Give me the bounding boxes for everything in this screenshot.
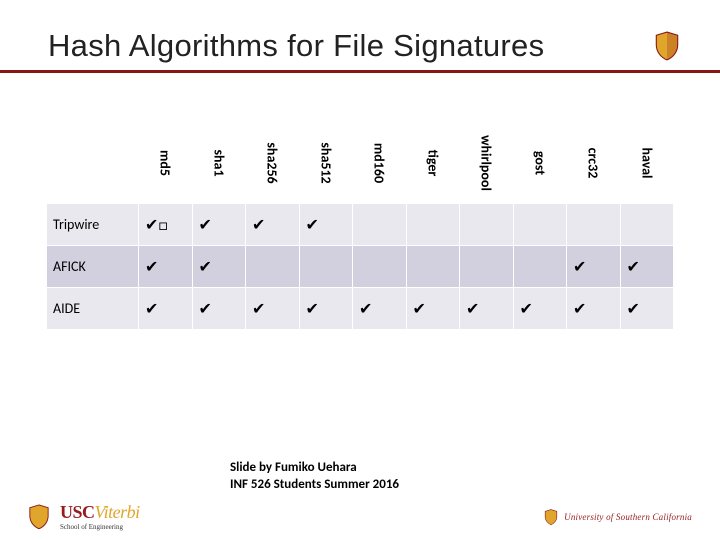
mark-cell [567, 204, 621, 246]
col-label: md160 [371, 142, 388, 182]
col-label: haval [638, 147, 655, 178]
viterbi-text: USCViterbi School of Engineering [60, 503, 140, 531]
mark-cell: ✔ [620, 288, 674, 330]
usc-shield-icon [654, 31, 680, 61]
mark-cell [406, 204, 460, 246]
mark-cell: ✔ [139, 246, 193, 288]
usc-text: USC [60, 502, 95, 522]
mark-cell: ✔ [299, 288, 353, 330]
col-label: tiger [424, 149, 441, 176]
mark-cell [513, 246, 567, 288]
mark-cell: ✔ [567, 246, 621, 288]
mark-cell: ✔ [246, 204, 300, 246]
usc-right-logo: University of Southern California [544, 509, 692, 525]
credit-block: Slide by Fumiko Uehara INF 526 Students … [230, 459, 399, 494]
title-bar: Hash Algorithms for File Signatures [0, 0, 720, 73]
mark-cell [353, 246, 407, 288]
table-header-row: md5 sha1 sha256 sha512 md160 tiger whirl… [47, 122, 674, 204]
header-col: sha256 [246, 122, 300, 204]
header-col: sha1 [192, 122, 246, 204]
col-label: sha512 [317, 142, 334, 183]
mark-cell: ✔ [567, 288, 621, 330]
slide: Hash Algorithms for File Signatures md5 … [0, 0, 720, 540]
header-col: sha512 [299, 122, 353, 204]
mark-cell: ✔ [192, 288, 246, 330]
header-col: md5 [139, 122, 193, 204]
credit-line: INF 526 Students Summer 2016 [230, 476, 399, 494]
header-blank [47, 122, 139, 204]
mark-cell [406, 246, 460, 288]
mark-cell: ✔ [139, 288, 193, 330]
mark-cell [353, 204, 407, 246]
mark-cell: ✔ [299, 204, 353, 246]
col-label: crc32 [585, 147, 602, 178]
table-row: AIDE ✔ ✔ ✔ ✔ ✔ ✔ ✔ ✔ ✔ ✔ [47, 288, 674, 330]
footer: USCViterbi School of Engineering Univers… [0, 494, 720, 540]
header-col: whirlpool [460, 122, 514, 204]
mark-cell: ✔ [192, 204, 246, 246]
col-label: md5 [157, 150, 174, 176]
mark-cell: ✔□ [139, 204, 193, 246]
school-label: School of Engineering [60, 524, 140, 531]
mark-cell: ✔ [513, 288, 567, 330]
tool-cell: Tripwire [47, 204, 139, 246]
mark-cell: ✔ [620, 246, 674, 288]
col-label: gost [531, 150, 548, 174]
viterbi-logo: USCViterbi School of Engineering [28, 503, 140, 531]
mark-cell [460, 204, 514, 246]
mark-cell [460, 246, 514, 288]
mark-cell: ✔ [460, 288, 514, 330]
usc-full-name: University of Southern California [564, 512, 692, 522]
mark-cell [246, 246, 300, 288]
mark-cell [513, 204, 567, 246]
credit-line: Slide by Fumiko Uehara [230, 459, 399, 477]
tool-cell: AFICK [47, 246, 139, 288]
mark-cell [299, 246, 353, 288]
viterbi-text-label: Viterbi [95, 502, 140, 522]
tool-cell: AIDE [47, 288, 139, 330]
mark-cell [620, 204, 674, 246]
col-label: sha1 [210, 149, 227, 176]
header-col: md160 [353, 122, 407, 204]
page-title: Hash Algorithms for File Signatures [48, 28, 544, 64]
viterbi-shield-icon [28, 504, 50, 530]
mark-cell: ✔ [246, 288, 300, 330]
col-label: whirlpool [478, 135, 495, 191]
table-row: AFICK ✔ ✔ ✔ ✔ [47, 246, 674, 288]
algorithm-table: md5 sha1 sha256 sha512 md160 tiger whirl… [46, 121, 674, 330]
usc-shield-small-icon [544, 509, 558, 525]
header-col: crc32 [567, 122, 621, 204]
mark-cell: ✔ [192, 246, 246, 288]
header-col: tiger [406, 122, 460, 204]
mark-cell: ✔ [353, 288, 407, 330]
header-col: haval [620, 122, 674, 204]
mark-cell: ✔ [406, 288, 460, 330]
col-label: sha256 [264, 142, 281, 183]
table-row: Tripwire ✔□ ✔ ✔ ✔ [47, 204, 674, 246]
header-col: gost [513, 122, 567, 204]
